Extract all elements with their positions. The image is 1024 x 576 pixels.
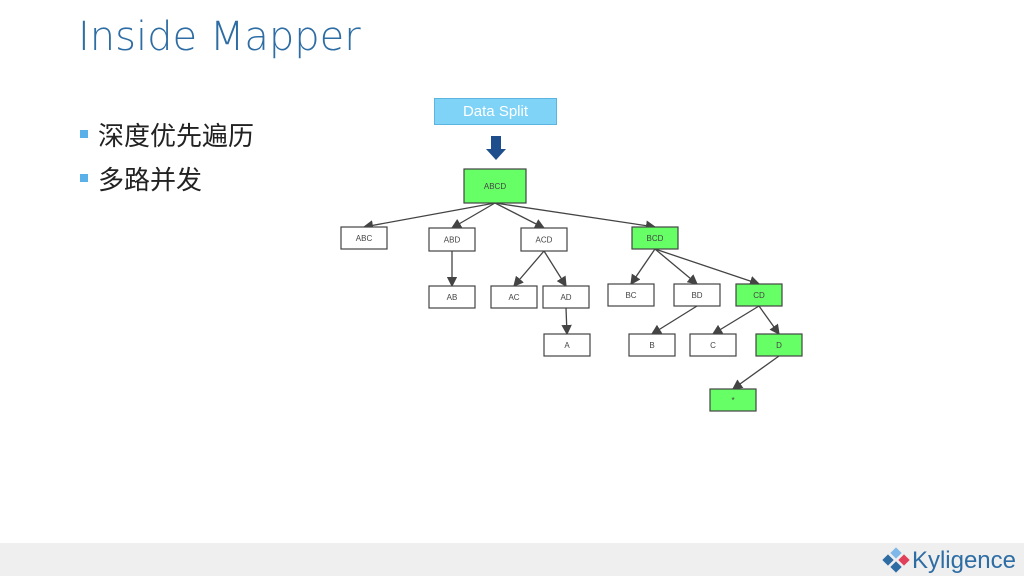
node-label: AC <box>508 293 519 302</box>
node-label: ABC <box>356 234 373 243</box>
node-all: * <box>709 388 757 412</box>
edge-CD-C <box>711 305 760 335</box>
node-ad: AD <box>542 285 590 309</box>
node-c: C <box>689 333 737 357</box>
node-label: C <box>710 341 716 350</box>
node-label: A <box>564 341 570 350</box>
node-abd: ABD <box>428 227 476 252</box>
node-label: BD <box>691 291 702 300</box>
node-d: D <box>755 333 803 357</box>
node-cd: CD <box>735 283 783 307</box>
node-abcd: ABCD <box>463 168 527 204</box>
node-label: ABCD <box>484 182 506 191</box>
cuboid-tree-diagram: ABCDABC ABD ACD BCDAB AC AD BC BD CDA B C D* <box>340 136 803 412</box>
node-bc: BC <box>607 283 655 307</box>
down-arrow-icon <box>486 136 506 160</box>
node-label: AB <box>447 293 458 302</box>
node-b: B <box>628 333 676 357</box>
node-bd: BD <box>673 283 721 307</box>
edge-BCD-BD <box>654 248 698 285</box>
edge-CD-D <box>758 305 780 336</box>
logo-diamond-icon <box>882 547 910 573</box>
node-label: BCD <box>647 234 664 243</box>
node-label: CD <box>753 291 765 300</box>
node-label: D <box>776 341 782 350</box>
node-ac: AC <box>490 285 538 309</box>
logo-text: Kyligence <box>911 547 1016 574</box>
node-label: ABD <box>444 236 461 245</box>
edge-AD-A <box>561 307 572 336</box>
edge-BCD-CD <box>654 248 761 287</box>
node-label: BC <box>625 291 636 300</box>
node-label: B <box>649 341 654 350</box>
node-label: * <box>731 396 734 405</box>
node-ab: AB <box>428 285 476 309</box>
node-label: AD <box>560 293 571 302</box>
edge-BCD-BC <box>630 248 656 286</box>
edge-ACD-AD <box>543 250 567 288</box>
edge-ACD-AC <box>513 250 545 287</box>
edge-D-ALL <box>731 355 780 390</box>
node-bcd: BCD <box>631 226 679 250</box>
footer-bar: Kyligence <box>0 543 1024 576</box>
edge-BD-B <box>650 305 698 335</box>
node-acd: ACD <box>520 227 568 252</box>
kyligence-logo: Kyligence <box>880 546 1016 576</box>
node-abc: ABC <box>340 226 388 250</box>
node-label: ACD <box>536 236 553 245</box>
node-a: A <box>543 333 591 357</box>
